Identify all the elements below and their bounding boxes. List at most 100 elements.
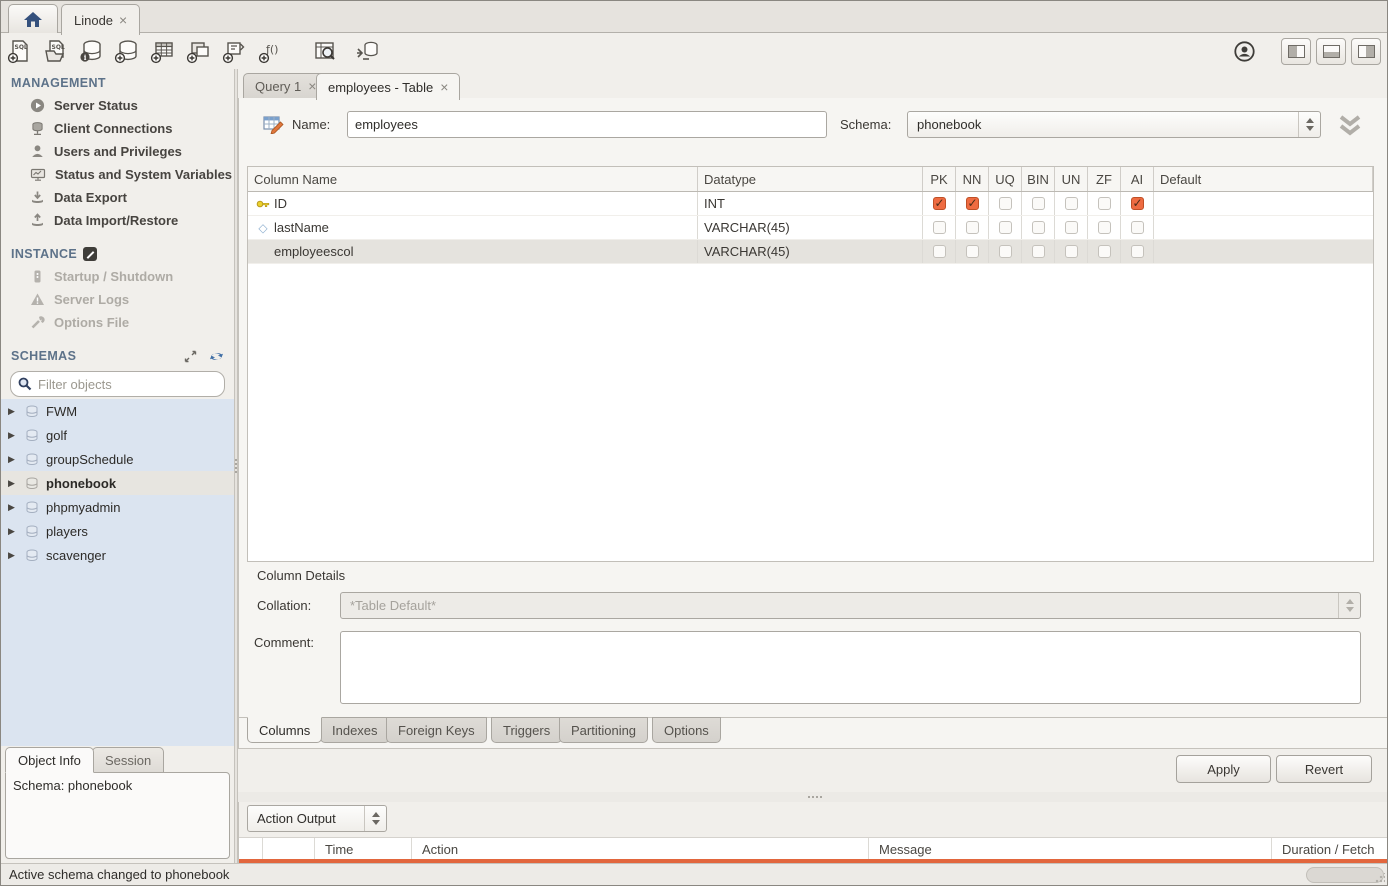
collation-select[interactable]: *Table Default* [340, 592, 1361, 619]
revert-button[interactable]: Revert [1276, 755, 1372, 783]
refresh-schemas-icon[interactable] [209, 350, 224, 363]
open-sql-file-button[interactable]: SQL [37, 35, 73, 67]
schema-item-groupschedule[interactable]: ▶ groupSchedule [1, 447, 234, 471]
header-message[interactable]: Message [869, 838, 1272, 860]
nn-checkbox[interactable] [966, 197, 979, 210]
sidebar-item-users-privileges[interactable]: Users and Privileges [1, 140, 234, 163]
sidebar-item-system-variables[interactable]: Status and System Variables [1, 163, 234, 186]
column-default[interactable] [1154, 216, 1373, 239]
tab-object-info[interactable]: Object Info [5, 747, 94, 773]
schema-select[interactable]: phonebook [907, 111, 1321, 138]
comment-textarea[interactable] [340, 631, 1361, 704]
create-function-button[interactable]: ƒ() [253, 35, 289, 67]
close-icon[interactable]: × [119, 13, 127, 27]
schema-filter-input[interactable] [38, 377, 217, 392]
create-table-button[interactable] [145, 35, 181, 67]
sidebar-item-startup-shutdown[interactable]: Startup / Shutdown [1, 265, 234, 288]
uq-checkbox[interactable] [999, 245, 1012, 258]
resize-grip-icon[interactable] [1375, 873, 1385, 883]
new-sql-tab-button[interactable]: SQL [1, 35, 37, 67]
tab-foreign-keys[interactable]: Foreign Keys [386, 717, 487, 743]
schema-item-fwm[interactable]: ▶ FWM [1, 399, 234, 423]
pk-checkbox[interactable] [933, 197, 946, 210]
expand-caret-icon[interactable]: ▶ [8, 526, 18, 537]
toggle-right-panel-button[interactable] [1351, 38, 1381, 65]
uq-checkbox[interactable] [999, 197, 1012, 210]
schema-item-golf[interactable]: ▶ golf [1, 423, 234, 447]
sidebar-item-options-file[interactable]: Options File [1, 311, 234, 334]
sidebar-item-server-status[interactable]: Server Status [1, 94, 234, 117]
close-icon[interactable]: × [440, 80, 448, 94]
expand-caret-icon[interactable]: ▶ [8, 502, 18, 513]
tab-partitioning[interactable]: Partitioning [559, 717, 648, 743]
header-ai[interactable]: AI [1121, 167, 1154, 191]
table-name-input[interactable] [347, 111, 827, 138]
search-table-data-button[interactable] [307, 35, 343, 67]
zf-checkbox[interactable] [1098, 221, 1111, 234]
schema-item-phpmyadmin[interactable]: ▶ phpmyadmin [1, 495, 234, 519]
ai-checkbox[interactable] [1131, 197, 1144, 210]
schema-item-scavenger[interactable]: ▶ scavenger [1, 543, 234, 567]
uq-checkbox[interactable] [999, 221, 1012, 234]
header-nn[interactable]: NN [956, 167, 989, 191]
bin-checkbox[interactable] [1032, 197, 1045, 210]
ai-checkbox[interactable] [1131, 245, 1144, 258]
header-column-name[interactable]: Column Name [248, 167, 698, 191]
horizontal-scrollbar-thumb[interactable] [1306, 867, 1384, 883]
apply-button[interactable]: Apply [1176, 755, 1271, 783]
column-row-id[interactable]: ID INT [248, 192, 1373, 216]
bin-checkbox[interactable] [1032, 221, 1045, 234]
tab-indexes[interactable]: Indexes [320, 717, 390, 743]
toggle-bottom-panel-button[interactable] [1316, 38, 1346, 65]
header-uq[interactable]: UQ [989, 167, 1022, 191]
create-schema-button[interactable] [109, 35, 145, 67]
zf-checkbox[interactable] [1098, 245, 1111, 258]
expand-caret-icon[interactable]: ▶ [8, 430, 18, 441]
column-row-lastname[interactable]: ◇ lastName VARCHAR(45) [248, 216, 1373, 240]
expand-caret-icon[interactable]: ▶ [8, 550, 18, 561]
column-default[interactable] [1154, 240, 1373, 263]
nn-checkbox[interactable] [966, 245, 979, 258]
column-row-employeescol[interactable]: employeescol VARCHAR(45) [248, 240, 1373, 264]
expand-schemas-icon[interactable] [184, 350, 197, 363]
user-status-button[interactable] [1226, 35, 1262, 67]
schema-item-players[interactable]: ▶ players [1, 519, 234, 543]
expand-caret-icon[interactable]: ▶ [8, 406, 18, 417]
schema-item-phonebook[interactable]: ▶ phonebook [1, 471, 234, 495]
header-default[interactable]: Default [1154, 167, 1373, 191]
header-duration-fetch[interactable]: Duration / Fetch [1272, 838, 1387, 860]
reconnect-dbms-button[interactable] [349, 35, 385, 67]
pk-checkbox[interactable] [933, 221, 946, 234]
toggle-left-panel-button[interactable] [1281, 38, 1311, 65]
tab-employees-table[interactable]: employees - Table × [316, 73, 460, 100]
sidebar-item-data-export[interactable]: Data Export [1, 186, 234, 209]
sidebar-item-data-import[interactable]: Data Import/Restore [1, 209, 234, 232]
sidebar-item-client-connections[interactable]: Client Connections [1, 117, 234, 140]
header-zf[interactable]: ZF [1088, 167, 1121, 191]
expand-caret-icon[interactable]: ▶ [8, 478, 18, 489]
connection-tab[interactable]: Linode × [61, 4, 140, 35]
header-datatype[interactable]: Datatype [698, 167, 923, 191]
expand-caret-icon[interactable]: ▶ [8, 454, 18, 465]
tab-triggers[interactable]: Triggers [491, 717, 562, 743]
zf-checkbox[interactable] [1098, 197, 1111, 210]
nn-checkbox[interactable] [966, 221, 979, 234]
un-checkbox[interactable] [1065, 245, 1078, 258]
ai-checkbox[interactable] [1131, 221, 1144, 234]
horizontal-splitter[interactable] [238, 792, 1387, 802]
create-view-button[interactable] [181, 35, 217, 67]
column-default[interactable] [1154, 192, 1373, 215]
create-procedure-button[interactable] [217, 35, 253, 67]
home-tab[interactable] [8, 4, 58, 34]
un-checkbox[interactable] [1065, 197, 1078, 210]
header-time[interactable]: Time [315, 838, 412, 860]
tab-columns[interactable]: Columns [247, 717, 322, 743]
spinner-icon[interactable] [1298, 112, 1320, 137]
header-action[interactable]: Action [412, 838, 869, 860]
header-bin[interactable]: BIN [1022, 167, 1055, 191]
output-type-select[interactable]: Action Output [247, 805, 387, 832]
un-checkbox[interactable] [1065, 221, 1078, 234]
schema-inspector-button[interactable]: i [73, 35, 109, 67]
header-un[interactable]: UN [1055, 167, 1088, 191]
collapse-header-icon[interactable] [1335, 114, 1365, 138]
